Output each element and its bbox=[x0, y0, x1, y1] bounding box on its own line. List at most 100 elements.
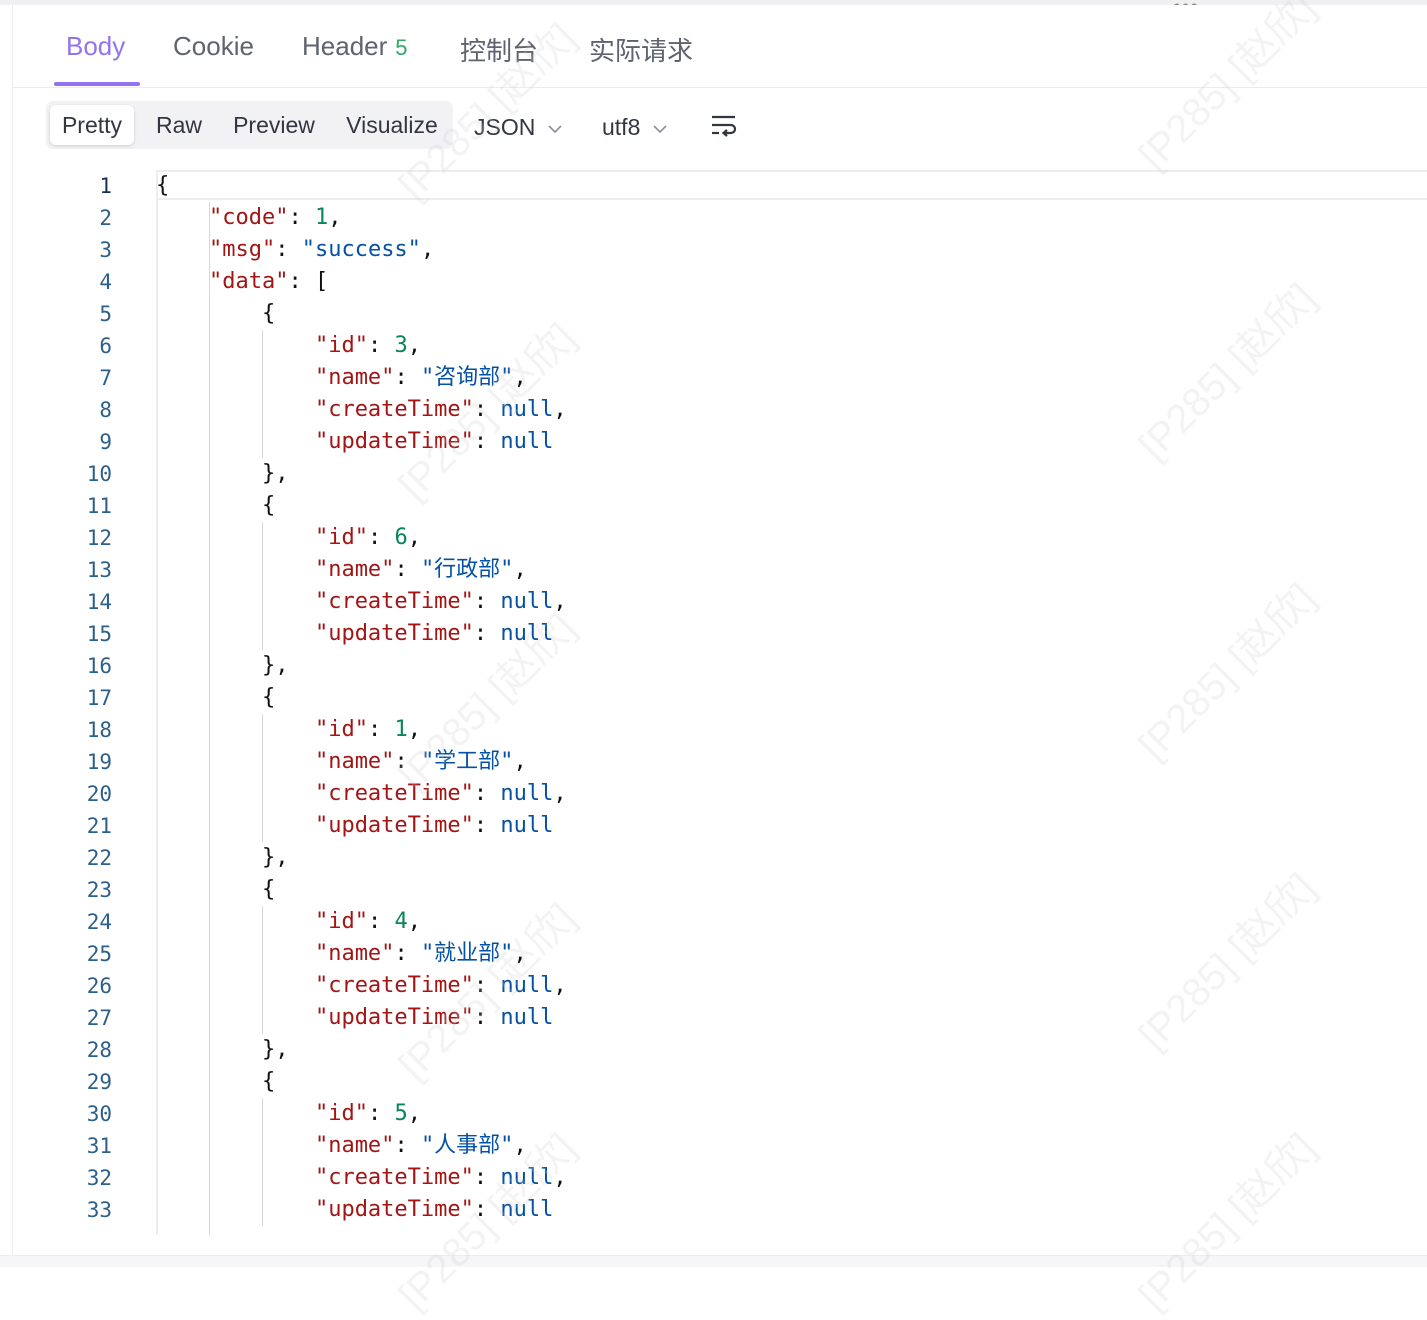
line-number: 20 bbox=[86, 782, 112, 806]
wrap-lines-icon[interactable] bbox=[710, 113, 738, 139]
code-token: "id" bbox=[314, 1101, 368, 1126]
line-number: 29 bbox=[86, 1070, 112, 1094]
code-token: null bbox=[500, 973, 554, 998]
view-raw-button[interactable]: Raw bbox=[144, 105, 214, 145]
code-text: "updateTime": null bbox=[156, 618, 553, 650]
code-line: 8 "createTime": null, bbox=[25, 394, 1427, 426]
code-token: : bbox=[394, 941, 421, 966]
code-token: : bbox=[473, 781, 501, 806]
code-line: 10 }, bbox=[25, 458, 1427, 490]
indent-guide bbox=[262, 522, 263, 650]
tab-console[interactable]: 控制台 bbox=[460, 31, 538, 68]
code-text: "updateTime": null bbox=[156, 810, 553, 842]
code-text: "data": [ bbox=[156, 266, 328, 298]
indent-guide bbox=[209, 202, 210, 1235]
encoding-select[interactable]: utf8 bbox=[602, 111, 668, 143]
line-number: 2 bbox=[99, 206, 112, 230]
code-token: null bbox=[500, 1165, 554, 1190]
code-line: 13 "name": "行政部", bbox=[25, 554, 1427, 586]
line-number: 17 bbox=[86, 686, 112, 710]
code-text: "id": 3, bbox=[156, 330, 421, 362]
code-text: "name": "人事部", bbox=[156, 1130, 527, 1162]
code-text: "createTime": null, bbox=[156, 778, 567, 810]
code-token: }, bbox=[156, 461, 289, 486]
code-token: "createTime" bbox=[314, 397, 474, 422]
code-token: }, bbox=[156, 653, 289, 678]
code-text: "name": "就业部", bbox=[156, 938, 527, 970]
code-token: : bbox=[367, 717, 395, 742]
code-line: 25 "name": "就业部", bbox=[25, 938, 1427, 970]
code-token: , bbox=[328, 205, 342, 230]
line-number: 32 bbox=[86, 1166, 112, 1190]
code-line: 17 { bbox=[25, 682, 1427, 714]
code-token: 3 bbox=[394, 333, 408, 358]
code-text: { bbox=[156, 682, 275, 714]
view-pretty-button[interactable]: Pretty bbox=[50, 105, 134, 145]
code-token: : bbox=[473, 1165, 501, 1190]
code-line: 4 "data": [ bbox=[25, 266, 1427, 298]
code-token: "updateTime" bbox=[314, 1005, 474, 1030]
line-number: 7 bbox=[99, 366, 112, 390]
code-token: "咨询部" bbox=[420, 365, 514, 390]
code-line: 2 "code": 1, bbox=[25, 202, 1427, 234]
view-visualize-button[interactable]: Visualize bbox=[336, 105, 448, 145]
chevron-down-icon bbox=[548, 125, 562, 134]
code-token: : bbox=[473, 429, 501, 454]
code-text: "id": 1, bbox=[156, 714, 421, 746]
code-text: "createTime": null, bbox=[156, 970, 567, 1002]
line-number: 25 bbox=[86, 942, 112, 966]
tab-cookie[interactable]: Cookie bbox=[173, 31, 254, 62]
code-token: 6 bbox=[394, 525, 408, 550]
code-token: "人事部" bbox=[420, 1133, 514, 1158]
code-token: null bbox=[500, 1005, 554, 1030]
tab-actual-request[interactable]: 实际请求 bbox=[589, 31, 693, 68]
code-line: 12 "id": 6, bbox=[25, 522, 1427, 554]
format-select[interactable]: JSON bbox=[474, 111, 563, 143]
code-text: "name": "咨询部", bbox=[156, 362, 527, 394]
indent-guide bbox=[262, 714, 263, 842]
tab-body[interactable]: Body bbox=[66, 31, 125, 62]
line-number: 22 bbox=[86, 846, 112, 870]
code-line: 19 "name": "学工部", bbox=[25, 746, 1427, 778]
code-text: }, bbox=[156, 842, 289, 874]
view-preview-button[interactable]: Preview bbox=[224, 105, 324, 145]
code-token: "name" bbox=[314, 941, 395, 966]
indent-guide bbox=[262, 906, 263, 1034]
tab-header[interactable]: Header 5 bbox=[302, 31, 408, 62]
code-token: null bbox=[500, 429, 554, 454]
code-token: "code" bbox=[208, 205, 289, 230]
line-number: 33 bbox=[86, 1198, 112, 1222]
code-line: 24 "id": 4, bbox=[25, 906, 1427, 938]
code-token: "行政部" bbox=[420, 557, 514, 582]
code-token: , bbox=[513, 365, 527, 390]
code-token: : bbox=[367, 909, 395, 934]
code-token: "success" bbox=[301, 237, 421, 262]
code-token: : bbox=[367, 525, 395, 550]
code-token: null bbox=[500, 621, 554, 646]
code-line: 22 }, bbox=[25, 842, 1427, 874]
code-token: , bbox=[420, 237, 435, 262]
code-text: }, bbox=[156, 1034, 289, 1066]
code-token: : bbox=[473, 589, 501, 614]
line-number: 3 bbox=[99, 238, 112, 262]
header-count-badge: 5 bbox=[395, 35, 408, 60]
code-token: : bbox=[288, 205, 315, 230]
code-text: "id": 4, bbox=[156, 906, 421, 938]
code-token: 4 bbox=[394, 909, 408, 934]
code-token: : bbox=[394, 749, 421, 774]
code-token: , bbox=[513, 749, 527, 774]
code-line: 15 "updateTime": null bbox=[25, 618, 1427, 650]
code-token: "updateTime" bbox=[314, 429, 474, 454]
code-line: 33 "updateTime": null bbox=[25, 1194, 1427, 1226]
code-token: "name" bbox=[314, 557, 395, 582]
code-token: : [ bbox=[288, 269, 329, 294]
code-editor[interactable]: 1{2 "code": 1, 3 "msg": "success", 4 "data… bbox=[25, 170, 1427, 1235]
code-token: }, bbox=[156, 1037, 289, 1062]
